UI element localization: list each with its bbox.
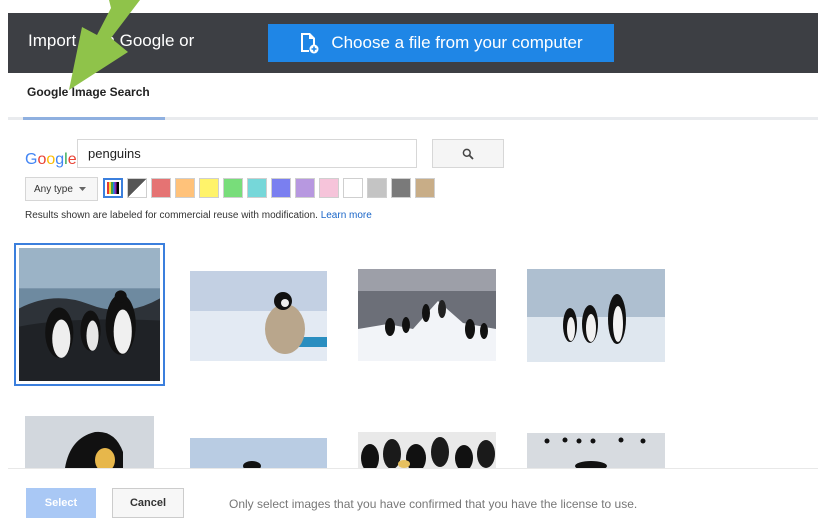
license-reminder: Only select images that you have confirm… <box>229 497 638 511</box>
result-thumbnail[interactable] <box>190 271 327 361</box>
import-header-text: Import from Google or <box>28 31 195 50</box>
penguin-closeup-image <box>25 416 154 468</box>
color-swatch-green[interactable] <box>223 178 243 198</box>
penguin-distant-image <box>527 433 665 468</box>
image-type-dropdown[interactable]: Any type <box>25 177 98 201</box>
color-swatch-black-and-white[interactable] <box>127 178 147 198</box>
choose-file-label: Choose a file from your computer <box>331 33 583 52</box>
tab-google-image-search-label: Google Image Search <box>27 85 150 99</box>
google-logo: Google <box>25 151 77 169</box>
color-swatch-orange[interactable] <box>175 178 195 198</box>
result-thumbnail[interactable] <box>527 269 665 362</box>
select-button[interactable]: Select <box>26 488 96 518</box>
google-logo-letter: e <box>67 151 77 168</box>
tab-bar: Google Image Search <box>8 73 818 120</box>
color-swatch-full-color[interactable] <box>103 178 123 198</box>
result-thumbnail[interactable] <box>190 438 327 468</box>
color-swatch-teal[interactable] <box>247 178 267 198</box>
emperor-penguins-image <box>527 269 665 362</box>
search-button[interactable] <box>432 139 504 168</box>
penguin-group-image <box>19 248 160 381</box>
tab-google-image-search[interactable]: Google Image Search <box>23 73 165 120</box>
result-thumbnail-selected[interactable] <box>14 243 165 386</box>
result-thumbnail[interactable] <box>25 416 154 468</box>
penguin-on-ice-image <box>190 438 327 468</box>
google-logo-letter: g <box>55 151 65 168</box>
color-swatch-pink[interactable] <box>319 178 339 198</box>
image-type-label: Any type <box>34 183 73 195</box>
search-input[interactable] <box>77 139 417 168</box>
caret-down-icon <box>78 186 86 191</box>
color-swatch-white[interactable] <box>343 178 363 198</box>
cancel-button[interactable]: Cancel <box>112 488 184 518</box>
color-swatch-black[interactable] <box>391 178 411 198</box>
color-swatch-gray[interactable] <box>367 178 387 198</box>
penguins-on-snow-image <box>358 269 496 361</box>
color-swatch-yellow[interactable] <box>199 178 219 198</box>
color-swatch-brown[interactable] <box>415 178 435 198</box>
license-note: Results shown are labeled for commercial… <box>25 210 372 221</box>
result-thumbnail[interactable] <box>527 433 665 468</box>
search-icon <box>462 148 474 160</box>
file-upload-icon <box>301 33 319 54</box>
google-logo-letter: G <box>25 151 38 168</box>
import-header: Import from Google or Choose a file from… <box>8 13 818 73</box>
google-logo-letter: o <box>37 151 47 168</box>
color-swatch-purple[interactable] <box>295 178 315 198</box>
penguin-colony-image <box>358 432 496 468</box>
result-thumbnail[interactable] <box>358 269 496 361</box>
google-logo-letter: o <box>46 151 56 168</box>
learn-more-link[interactable]: Learn more <box>321 210 372 221</box>
dialog-footer: Select Cancel Only select images that yo… <box>8 468 818 524</box>
color-swatch-red[interactable] <box>151 178 171 198</box>
license-note-text: Results shown are labeled for commercial… <box>25 210 318 221</box>
google-image-picker: Import from Google or Choose a file from… <box>0 0 818 524</box>
color-filter-swatches <box>103 178 435 200</box>
color-swatch-blue[interactable] <box>271 178 291 198</box>
penguin-chick-image <box>190 271 327 361</box>
choose-file-button[interactable]: Choose a file from your computer <box>268 24 614 62</box>
result-thumbnail[interactable] <box>358 432 496 468</box>
